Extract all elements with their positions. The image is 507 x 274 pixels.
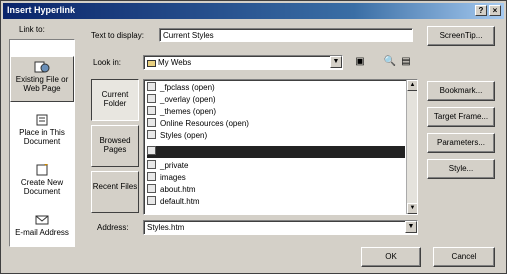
link-to-new-document-label: Create New Document — [20, 178, 64, 196]
envelope-icon — [35, 215, 49, 225]
text-to-display-label: Text to display: — [91, 31, 144, 40]
file-list-scrollbar[interactable]: ▲ ▼ — [406, 80, 417, 214]
parameters-button[interactable]: Parameters... — [427, 133, 495, 153]
insert-hyperlink-dialog: Insert Hyperlink ? × Link to: Existing F… — [0, 0, 507, 274]
bookmark-button[interactable]: Bookmark... — [427, 81, 495, 101]
list-item[interactable]: images — [147, 172, 405, 184]
look-in-tabs: Current Folder Browsed Pages Recent File… — [91, 79, 139, 217]
globe-document-icon — [34, 61, 50, 73]
list-item[interactable]: _overlay (open) — [147, 94, 405, 106]
browse-folder-icon[interactable]: ▤ — [399, 56, 413, 69]
look-in-label: Look in: — [93, 58, 122, 67]
look-in-dropdown-button[interactable]: ▼ — [330, 56, 342, 68]
close-button[interactable]: × — [489, 5, 501, 16]
list-item[interactable]: default.htm — [147, 196, 405, 208]
list-item[interactable]: about.htm — [147, 184, 405, 196]
link-to-place-in-document[interactable]: Place in This Document — [10, 110, 74, 152]
folder-icon — [147, 106, 156, 115]
scroll-up-arrow[interactable]: ▲ — [407, 80, 417, 91]
file-icon — [147, 184, 156, 193]
folder-icon — [147, 130, 156, 139]
link-to-place-label: Place in This Document — [19, 128, 65, 146]
list-item[interactable]: _private — [147, 160, 405, 172]
folder-icon — [147, 94, 156, 103]
ok-button[interactable]: OK — [361, 247, 421, 267]
folder-icon — [147, 146, 156, 155]
screentip-button[interactable]: ScreenTip... — [427, 26, 495, 46]
tab-current-folder[interactable]: Current Folder — [91, 79, 139, 121]
style-button[interactable]: Style... — [427, 159, 495, 179]
file-list[interactable]: _fpclass (open) _overlay (open) _themes … — [143, 79, 418, 215]
list-item[interactable]: _themes (open) — [147, 106, 405, 118]
link-to-existing-file-label: Existing File or Web Page — [15, 75, 69, 93]
browse-file-search-icon[interactable]: 🔍 — [383, 56, 397, 69]
new-document-icon — [36, 164, 49, 176]
address-dropdown-button[interactable]: ▼ — [405, 221, 417, 233]
list-item[interactable]: Styles (open) — [147, 130, 405, 142]
folder-icon — [147, 172, 156, 181]
link-to-existing-file[interactable]: Existing File or Web Page — [10, 56, 74, 102]
folder-icon — [147, 160, 156, 169]
browse-web-icon[interactable]: ▣ — [353, 56, 367, 69]
scroll-down-arrow[interactable]: ▼ — [407, 203, 417, 214]
document-place-icon — [36, 114, 48, 126]
link-to-email-label: E-mail Address — [15, 228, 69, 237]
folder-icon — [147, 118, 156, 127]
folder-icon — [147, 60, 156, 67]
address-input[interactable]: Styles.htm — [143, 220, 418, 235]
folder-icon — [147, 82, 156, 91]
file-icon — [147, 196, 156, 205]
list-item-selected[interactable] — [147, 146, 405, 158]
text-to-display-input[interactable]: Current Styles — [159, 28, 413, 42]
target-frame-button[interactable]: Target Frame... — [427, 107, 495, 127]
list-item[interactable]: Online Resources (open) — [147, 118, 405, 130]
look-in-value: My Webs — [158, 58, 192, 67]
look-in-select[interactable]: My Webs — [143, 55, 343, 70]
tab-browsed-pages[interactable]: Browsed Pages — [91, 125, 139, 167]
address-label: Address: — [97, 223, 129, 232]
list-item[interactable]: _fpclass (open) — [147, 82, 405, 94]
help-button[interactable]: ? — [475, 5, 487, 16]
link-to-new-document[interactable]: Create New Document — [10, 160, 74, 202]
cancel-button[interactable]: Cancel — [433, 247, 495, 267]
link-to-label: Link to: — [19, 25, 45, 34]
link-to-email[interactable]: E-mail Address — [10, 210, 74, 244]
title-bar: Insert Hyperlink ? × — [3, 3, 504, 19]
tab-recent-files[interactable]: Recent Files — [91, 171, 139, 213]
window-title: Insert Hyperlink — [7, 5, 76, 15]
link-to-bar: Existing File or Web Page Place in This … — [9, 39, 75, 247]
